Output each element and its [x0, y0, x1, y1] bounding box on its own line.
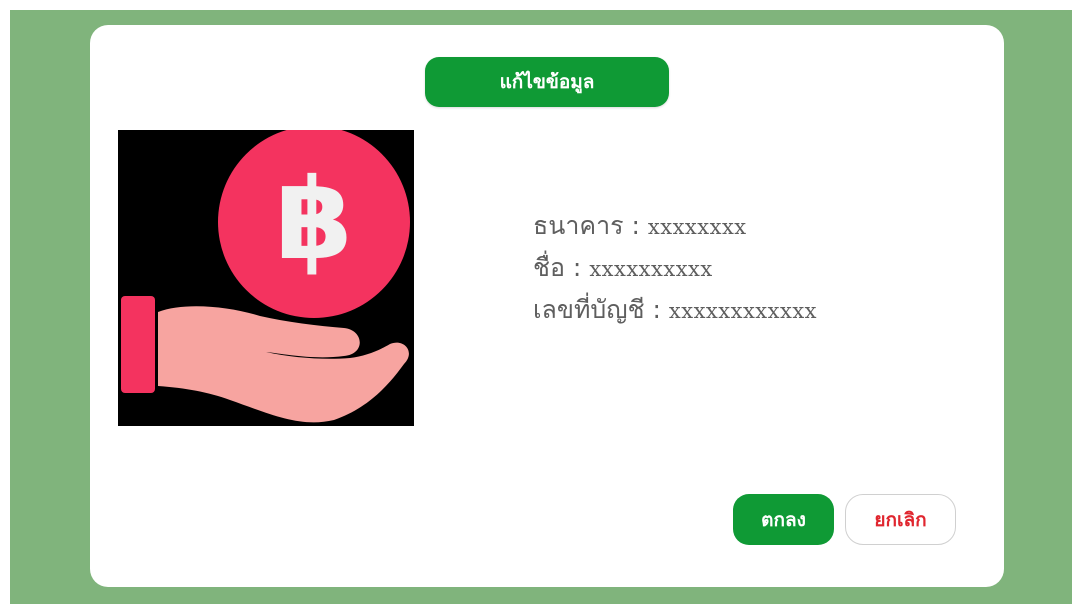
name-row: ชื่อ : xxxxxxxxxx [533, 247, 817, 289]
separator: : [564, 253, 590, 282]
bank-label: ธนาคาร [533, 211, 624, 240]
baht-symbol: ฿ [275, 155, 353, 285]
cancel-button[interactable]: ยกเลิก [845, 494, 956, 545]
sleeve-cuff [121, 296, 155, 393]
account-number-row: เลขที่บัญชี : xxxxxxxxxxxx [533, 289, 817, 331]
ok-button[interactable]: ตกลง [733, 494, 834, 545]
hand-shape [158, 306, 409, 423]
name-value: xxxxxxxxxx [589, 257, 713, 281]
separator: : [644, 295, 669, 324]
name-label: ชื่อ [533, 253, 565, 282]
account-number-label: เลขที่บัญชี [533, 295, 645, 324]
bank-info-dialog: แก้ไขข้อมูล ฿ ธนาคาร : xxxxxxxx ชื่อ : x… [90, 25, 1004, 587]
account-info: ธนาคาร : xxxxxxxx ชื่อ : xxxxxxxxxx เลขท… [533, 205, 817, 331]
bank-row: ธนาคาร : xxxxxxxx [533, 205, 817, 247]
hand-holding-baht-coin-icon: ฿ [118, 130, 414, 426]
bank-value: xxxxxxxx [647, 215, 747, 239]
edit-info-button[interactable]: แก้ไขข้อมูล [425, 57, 669, 107]
account-number-value: xxxxxxxxxxxx [668, 299, 818, 323]
separator: : [623, 211, 648, 240]
